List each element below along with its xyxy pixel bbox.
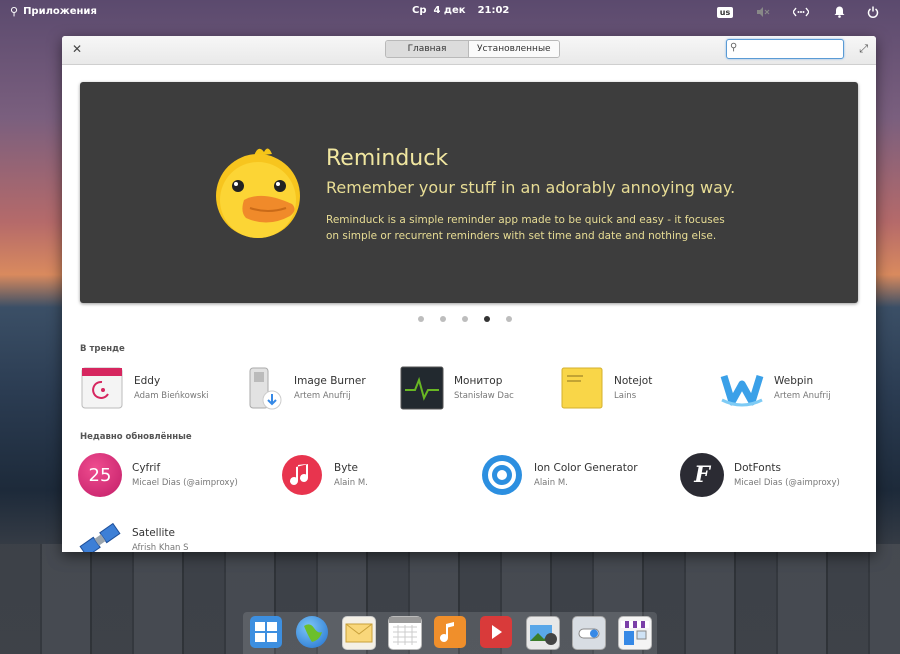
debian-package-icon xyxy=(80,366,124,410)
applications-label: Приложения xyxy=(23,6,97,17)
font-f-icon: F xyxy=(680,453,724,497)
view-switcher: Главная Установленные xyxy=(385,40,560,58)
pager-dot[interactable] xyxy=(418,316,424,322)
banner-subtitle: Remember your stuff in an adorably annoy… xyxy=(326,178,736,197)
app-name: Ion Color Generator xyxy=(534,462,638,474)
app-tile-cyfrif[interactable]: 25 Cyfrif Micael Dias (@aimproxy) xyxy=(78,453,238,497)
system-monitor-icon xyxy=(400,366,444,410)
muted-speaker-icon xyxy=(757,7,770,17)
tab-home[interactable]: Главная xyxy=(386,41,469,57)
keyboard-icon: us xyxy=(716,6,734,18)
app-name: Монитор xyxy=(454,375,503,387)
app-name: Webpin xyxy=(774,375,814,387)
app-author: Alain M. xyxy=(534,478,568,488)
usb-drive-icon xyxy=(240,366,284,410)
videos-icon[interactable] xyxy=(480,616,512,648)
search-icon: ⚲ xyxy=(730,42,738,53)
app-name: DotFonts xyxy=(734,462,781,474)
app-name: Notejot xyxy=(614,375,653,387)
banner-pager xyxy=(418,316,512,322)
app-author: Adam Bieńkowski xyxy=(134,391,209,401)
mail-icon[interactable] xyxy=(342,616,376,650)
app-tile-ion-color-generator[interactable]: Ion Color Generator Alain M. xyxy=(480,453,638,497)
trending-heading: В тренде xyxy=(80,344,125,354)
icon-text: 25 xyxy=(88,464,112,486)
music-icon[interactable] xyxy=(434,616,466,648)
photos-icon[interactable] xyxy=(526,616,560,650)
banner-description: Reminduck is a simple reminder app made … xyxy=(326,214,725,242)
applications-menu[interactable]: ⚲ Приложения xyxy=(10,5,97,18)
satellite-icon xyxy=(78,518,122,552)
app-name: Eddy xyxy=(134,375,161,387)
app-name: Byte xyxy=(334,462,358,474)
notifications-indicator[interactable] xyxy=(822,3,856,21)
app-name: Cyfrif xyxy=(132,462,161,474)
tab-installed[interactable]: Установленные xyxy=(469,41,559,57)
app-author: Artem Anufrij xyxy=(294,391,351,401)
search-input[interactable] xyxy=(743,41,842,57)
app-tile-satellite[interactable]: Satellite Afrish Khan S xyxy=(78,518,189,552)
app-tile-dotfonts[interactable]: F DotFonts Micael Dias (@aimproxy) xyxy=(680,453,840,497)
search-field[interactable]: ⚲ xyxy=(726,39,844,59)
close-icon[interactable]: ✕ xyxy=(70,42,84,56)
pager-dot-active[interactable] xyxy=(484,316,490,322)
app-tile-notejot[interactable]: Notejot Lains xyxy=(560,366,652,410)
indicators: us xyxy=(708,3,890,21)
search-icon: ⚲ xyxy=(10,5,19,18)
pager-dot[interactable] xyxy=(462,316,468,322)
clock-date: Ср 4 дек xyxy=(412,5,466,16)
notification-bell-icon xyxy=(834,6,844,18)
webpin-w-icon xyxy=(720,366,764,410)
banner-title: Reminduck xyxy=(326,146,449,171)
pager-dot[interactable] xyxy=(440,316,446,322)
session-indicator[interactable] xyxy=(856,3,890,21)
multitasking-view-icon[interactable] xyxy=(250,616,282,648)
reminduck-duck-icon xyxy=(216,148,300,238)
web-browser-icon[interactable] xyxy=(296,616,328,648)
app-author: Lains xyxy=(614,391,637,401)
color-ring-icon xyxy=(480,453,524,497)
network-indicator[interactable] xyxy=(784,3,818,21)
settings-icon[interactable] xyxy=(572,616,606,650)
app-tile-webpin[interactable]: Webpin Artem Anufrij xyxy=(720,366,831,410)
icon-text: F xyxy=(694,462,710,488)
keyboard-indicator[interactable]: us xyxy=(708,3,742,21)
top-panel: ⚲ Приложения Ср 4 дек 21:02 us xyxy=(0,0,900,24)
sticky-note-icon xyxy=(560,366,604,410)
app-tile-byte[interactable]: Byte Alain M. xyxy=(280,453,368,497)
app-name: Image Burner xyxy=(294,375,366,387)
headerbar: ✕ Главная Установленные ⚲ ⤢ xyxy=(62,36,876,65)
appcenter-icon[interactable] xyxy=(618,616,652,650)
datetime-indicator[interactable]: Ср 4 дек 21:02 xyxy=(412,5,509,16)
app-author: Micael Dias (@aimproxy) xyxy=(132,478,238,488)
calendar-icon[interactable] xyxy=(388,616,422,650)
recent-heading: Недавно обновлённые xyxy=(80,432,192,442)
music-note-icon xyxy=(280,453,324,497)
app-tile-image-burner[interactable]: Image Burner Artem Anufrij xyxy=(240,366,366,410)
app-author: Stanisław Dac xyxy=(454,391,514,401)
sound-indicator[interactable] xyxy=(746,3,780,21)
app-author: Micael Dias (@aimproxy) xyxy=(734,478,840,488)
app-author: Alain M. xyxy=(334,478,368,488)
power-icon xyxy=(867,6,879,18)
app-name: Satellite xyxy=(132,527,176,539)
app-tile-eddy[interactable]: Eddy Adam Bieńkowski xyxy=(80,366,209,410)
calculator-25-icon: 25 xyxy=(78,453,122,497)
featured-banner[interactable]: Reminduck Remember your stuff in an ador… xyxy=(80,82,858,303)
pager-dot[interactable] xyxy=(506,316,512,322)
app-author: Artem Anufrij xyxy=(774,391,831,401)
clock-time: 21:02 xyxy=(477,5,510,16)
appcenter-window: ✕ Главная Установленные ⚲ ⤢ Reminduck Re… xyxy=(62,36,876,552)
maximize-icon[interactable]: ⤢ xyxy=(859,42,868,56)
app-author: Afrish Khan S xyxy=(132,543,189,552)
app-tile-monitor[interactable]: Монитор Stanisław Dac xyxy=(400,366,514,410)
network-icon xyxy=(793,7,809,17)
